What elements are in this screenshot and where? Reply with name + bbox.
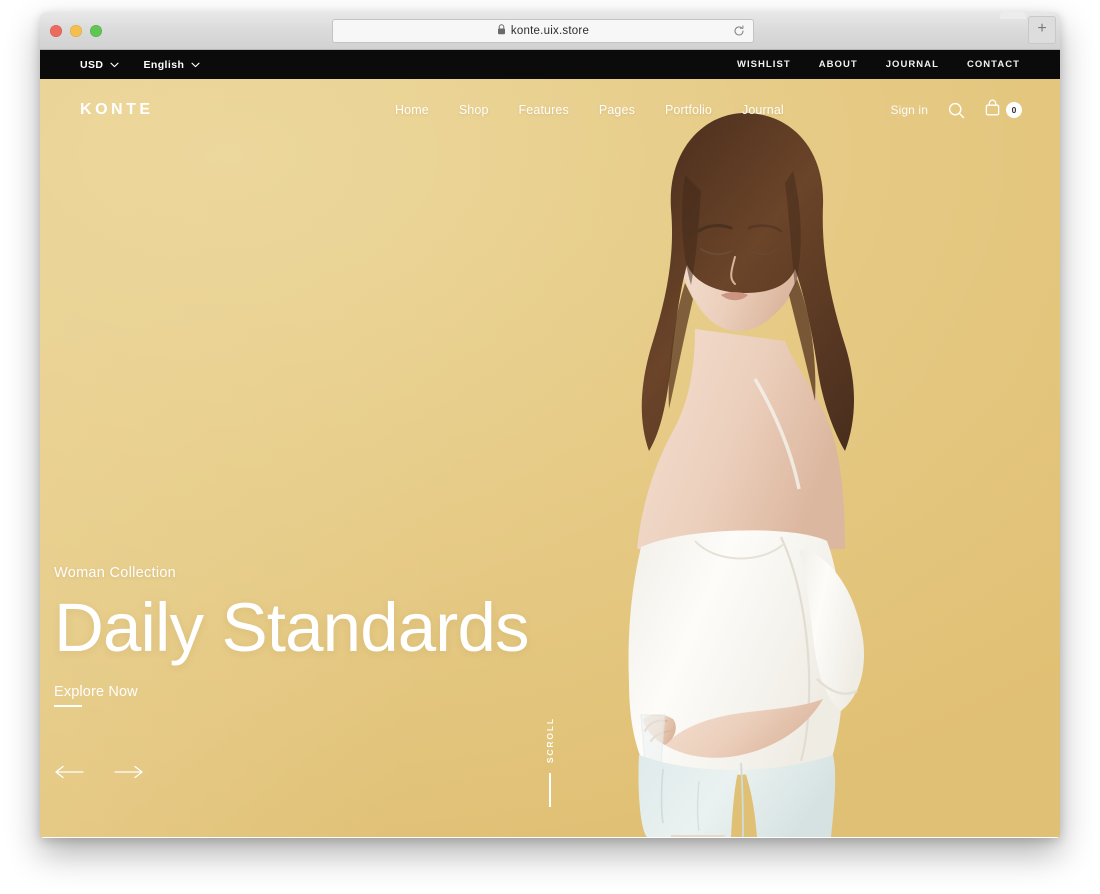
topbar-link-journal[interactable]: JOURNAL	[886, 59, 939, 70]
language-selector[interactable]: English	[143, 59, 200, 71]
hero-slider: KONTE Home Shop Features Pages Portfolio…	[40, 79, 1060, 837]
topbar-link-wishlist[interactable]: WISHLIST	[737, 59, 791, 70]
scroll-line	[549, 773, 551, 807]
utility-topbar: USD English WISHLIST ABOUT JOURNAL CONTA…	[40, 50, 1060, 79]
nav-link-pages[interactable]: Pages	[599, 103, 635, 117]
topbar-link-about[interactable]: ABOUT	[819, 59, 858, 70]
currency-selector[interactable]: USD	[80, 59, 119, 71]
hero-eyebrow: Woman Collection	[54, 564, 177, 581]
url-text: konte.uix.store	[510, 25, 590, 37]
nav-link-shop[interactable]: Shop	[459, 103, 489, 117]
address-bar-content: konte.uix.store	[497, 22, 589, 40]
site-header: KONTE Home Shop Features Pages Portfolio…	[40, 79, 1060, 141]
explore-now-link[interactable]: Explore Now	[54, 684, 138, 707]
sign-in-link[interactable]: Sign in	[890, 103, 928, 117]
language-label: English	[143, 58, 185, 71]
topbar-selectors: USD English	[80, 59, 200, 71]
topbar-links: WISHLIST ABOUT JOURNAL CONTACT	[737, 59, 1020, 70]
main-navigation: Home Shop Features Pages Portfolio Journ…	[395, 103, 784, 117]
hero-headline: Daily Standards	[54, 588, 529, 666]
nav-link-portfolio[interactable]: Portfolio	[665, 103, 712, 117]
tab-strip-stub	[1000, 12, 1026, 19]
browser-window: + konte.uix.store USD English WISHLIST A…	[40, 12, 1060, 838]
minimize-window-button[interactable]	[70, 25, 82, 37]
scroll-indicator[interactable]: SCROLL	[535, 717, 565, 807]
topbar-link-contact[interactable]: CONTACT	[967, 59, 1020, 70]
browser-chrome: + konte.uix.store	[40, 12, 1060, 50]
scroll-label: SCROLL	[545, 716, 555, 763]
arrow-right-icon[interactable]	[114, 762, 146, 782]
hero-model-image	[545, 79, 965, 837]
slider-controls	[54, 762, 146, 782]
new-tab-button[interactable]: +	[1028, 16, 1056, 44]
address-bar[interactable]: konte.uix.store	[332, 19, 754, 43]
hero-content: Woman Collection Daily Standards Explore…	[54, 565, 529, 707]
shopping-bag-icon	[985, 99, 1000, 121]
page-viewport: USD English WISHLIST ABOUT JOURNAL CONTA…	[40, 50, 1060, 837]
zoom-window-button[interactable]	[90, 25, 102, 37]
lock-icon	[497, 22, 506, 40]
header-actions: Sign in 0	[890, 99, 1022, 121]
nav-link-home[interactable]: Home	[395, 103, 429, 117]
currency-label: USD	[80, 58, 104, 71]
nav-link-journal[interactable]: Journal	[742, 103, 784, 117]
arrow-left-icon[interactable]	[54, 762, 86, 782]
cart-count-badge: 0	[1006, 102, 1022, 118]
search-icon[interactable]	[948, 102, 965, 119]
reload-icon[interactable]	[731, 23, 747, 39]
chevron-down-icon	[110, 59, 119, 71]
close-window-button[interactable]	[50, 25, 62, 37]
chevron-down-icon	[191, 59, 200, 71]
site-logo[interactable]: KONTE	[80, 101, 154, 119]
cart-button[interactable]: 0	[985, 99, 1022, 121]
nav-link-features[interactable]: Features	[519, 103, 569, 117]
window-controls[interactable]	[50, 25, 102, 37]
